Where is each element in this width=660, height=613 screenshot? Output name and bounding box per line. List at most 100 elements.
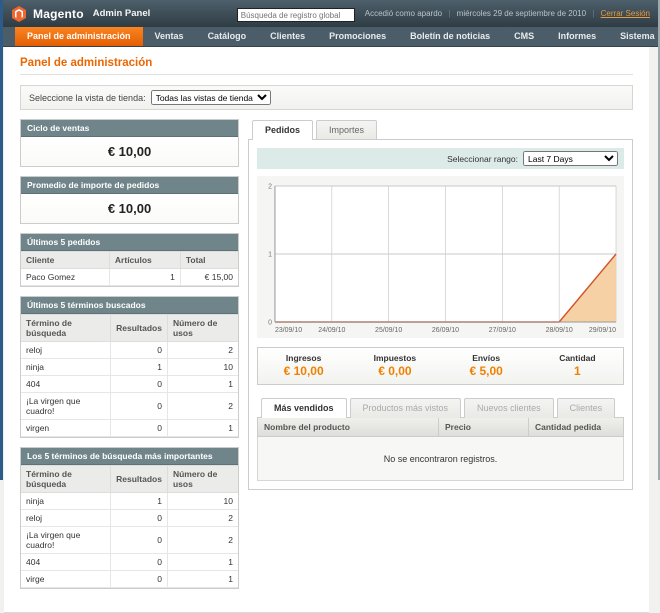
bestsellers-grid-header: Nombre del producto Precio Cantidad pedi…	[257, 417, 624, 437]
orders-chart-svg: 01223/09/1024/09/1025/09/1026/09/1027/09…	[259, 180, 622, 338]
table-row[interactable]: 40401	[21, 376, 238, 393]
last-search-terms-title: Últimos 5 términos buscados	[21, 297, 238, 314]
global-search-input[interactable]	[237, 8, 355, 22]
table-row[interactable]: Paco Gomez1€ 15,00	[21, 269, 238, 286]
svg-text:0: 0	[268, 319, 272, 326]
table-cell: 1	[167, 571, 238, 588]
lifetime-sales-box: Ciclo de ventas € 10,00	[20, 119, 239, 167]
table-cell: 0	[111, 510, 168, 527]
tab-amounts[interactable]: Importes	[316, 120, 377, 140]
table-row[interactable]: ninja110	[21, 359, 238, 376]
grid-tabs: Más vendidos Productos más vistos Nuevos…	[257, 397, 624, 417]
col-product-name: Nombre del producto	[258, 418, 438, 436]
separator: |	[448, 9, 450, 18]
table-header-cell: Término de búsqueda	[21, 315, 111, 342]
main-nav: Panel de administración Ventas Catálogo …	[3, 27, 658, 47]
diagram-tabs: Pedidos Importes	[248, 119, 633, 139]
table-cell: ninja	[21, 359, 111, 376]
table-cell: reloj	[21, 342, 111, 359]
table-row[interactable]: 40401	[21, 554, 238, 571]
stat-tax: Impuestos € 0,00	[349, 348, 440, 384]
table-cell: 404	[21, 376, 111, 393]
stat-quantity: Cantidad 1	[532, 348, 623, 384]
table-row[interactable]: reloj02	[21, 342, 238, 359]
lifetime-sales-value: € 10,00	[21, 137, 238, 166]
table-row[interactable]: virge01	[21, 571, 238, 588]
global-search	[237, 5, 355, 23]
svg-text:28/09/10: 28/09/10	[546, 327, 573, 334]
stat-tax-label: Impuestos	[351, 353, 438, 363]
top-search-terms-title: Los 5 términos de búsqueda más important…	[21, 448, 238, 465]
table-cell: 10	[167, 493, 238, 510]
stat-shipping: Envíos € 5,00	[441, 348, 532, 384]
table-cell: ¡La virgen que cuadro!	[21, 393, 111, 420]
dashboard-sidebar: Ciclo de ventas € 10,00 Promedio de impo…	[20, 119, 239, 598]
average-orders-box: Promedio de importe de pedidos € 10,00	[20, 176, 239, 224]
store-view-select[interactable]: Todas las vistas de tienda	[151, 90, 271, 105]
average-orders-value: € 10,00	[21, 194, 238, 223]
app-window: Magento Admin Panel Accedió como apardo …	[0, 0, 660, 480]
totals-bar: Ingresos € 10,00 Impuestos € 0,00 Envíos…	[257, 347, 624, 385]
tab-most-viewed[interactable]: Productos más vistos	[350, 398, 462, 418]
table-header-cell: Resultados	[111, 315, 168, 342]
tab-customers[interactable]: Clientes	[557, 398, 616, 418]
table-cell: ninja	[21, 493, 111, 510]
table-header-cell: Cliente	[21, 252, 109, 269]
table-cell: 0	[111, 376, 168, 393]
range-select[interactable]: Last 7 Days	[523, 151, 618, 166]
table-row[interactable]: reloj02	[21, 510, 238, 527]
tab-orders[interactable]: Pedidos	[252, 120, 313, 140]
table-cell: 0	[111, 420, 168, 437]
nav-item-sales[interactable]: Ventas	[143, 27, 196, 46]
svg-text:2: 2	[268, 183, 272, 190]
table-header-row: Término de búsquedaResultadosNúmero de u…	[21, 466, 238, 493]
table-cell: 0	[111, 527, 168, 554]
table-row[interactable]: virgen01	[21, 420, 238, 437]
table-row[interactable]: ninja110	[21, 493, 238, 510]
lifetime-sales-title: Ciclo de ventas	[21, 120, 238, 137]
stat-shipping-label: Envíos	[443, 353, 530, 363]
stat-quantity-label: Cantidad	[534, 353, 621, 363]
table-row[interactable]: ¡La virgen que cuadro!02	[21, 393, 238, 420]
nav-item-dashboard[interactable]: Panel de administración	[15, 27, 143, 46]
nav-item-reports[interactable]: Informes	[546, 27, 608, 46]
table-cell: 1	[167, 554, 238, 571]
table-cell: 1	[111, 359, 168, 376]
table-header-cell: Número de usos	[167, 315, 238, 342]
page-title: Panel de administración	[20, 57, 633, 69]
nav-item-customers[interactable]: Clientes	[258, 27, 317, 46]
logout-link[interactable]: Cerrar Sesión	[601, 9, 650, 18]
stat-revenue: Ingresos € 10,00	[258, 348, 349, 384]
nav-item-promotions[interactable]: Promociones	[317, 27, 398, 46]
table-cell: 404	[21, 554, 111, 571]
table-cell: 1	[167, 420, 238, 437]
table-cell: 0	[111, 554, 168, 571]
table-cell: 1	[111, 493, 168, 510]
table-cell: reloj	[21, 510, 111, 527]
table-cell: € 15,00	[180, 269, 238, 286]
tab-new-customers[interactable]: Nuevos clientes	[464, 398, 554, 418]
table-cell: 1	[167, 376, 238, 393]
svg-text:29/09/10: 29/09/10	[589, 327, 616, 334]
top-search-terms-table: Término de búsquedaResultadosNúmero de u…	[21, 465, 238, 588]
logo: Magento Admin Panel	[11, 6, 150, 22]
last-orders-title: Últimos 5 pedidos	[21, 234, 238, 251]
header-meta: Accedió como apardo | miércoles 29 de se…	[365, 9, 650, 18]
nav-item-newsletter[interactable]: Boletín de noticias	[398, 27, 502, 46]
stat-quantity-value: 1	[534, 364, 621, 378]
nav-item-system[interactable]: Sistema	[608, 27, 660, 46]
orders-chart: 01223/09/1024/09/1025/09/1026/09/1027/09…	[257, 176, 624, 338]
table-header-cell: Término de búsqueda	[21, 466, 111, 493]
last-orders-table: ClienteArtículosTotalPaco Gomez1€ 15,00	[21, 251, 238, 286]
logo-subtitle: Admin Panel	[93, 8, 151, 19]
table-row[interactable]: ¡La virgen que cuadro!02	[21, 527, 238, 554]
table-cell: 0	[111, 393, 168, 420]
separator: |	[592, 9, 594, 18]
col-qty-ordered: Cantidad pedida	[528, 418, 623, 436]
nav-item-cms[interactable]: CMS	[502, 27, 546, 46]
logged-in-as: Accedió como apardo	[365, 9, 442, 18]
table-cell: 0	[111, 342, 168, 359]
top-search-terms-box: Los 5 términos de búsqueda más important…	[20, 447, 239, 589]
tab-bestsellers[interactable]: Más vendidos	[261, 398, 347, 418]
nav-item-catalog[interactable]: Catálogo	[196, 27, 259, 46]
